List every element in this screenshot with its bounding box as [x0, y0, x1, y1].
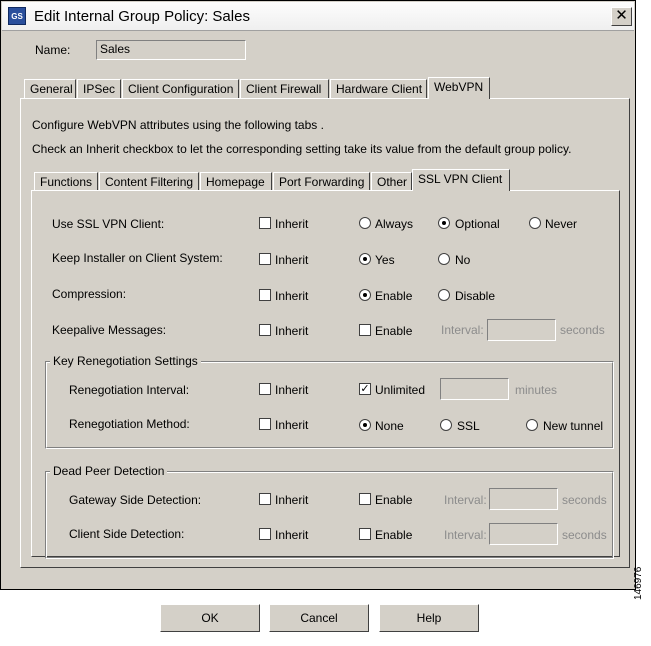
radio-always[interactable] — [359, 217, 371, 229]
radio-yes[interactable] — [359, 253, 371, 265]
unlimited-label: Unlimited — [375, 383, 426, 397]
figure-id: 146976 — [633, 566, 644, 600]
inherit-label: Inherit — [275, 217, 309, 231]
keep-installer-inherit-checkbox[interactable] — [259, 253, 271, 265]
use-ssl-vpn-client-inherit-checkbox[interactable] — [259, 217, 271, 229]
client-interval-unit: seconds — [562, 528, 607, 542]
keepalive-enable-checkbox[interactable] — [359, 324, 371, 336]
gateway-detection-enable-label: Enable — [375, 493, 413, 507]
gateway-interval-input[interactable] — [489, 488, 558, 510]
compression-label: Compression: — [52, 287, 127, 301]
radio-none[interactable] — [359, 419, 371, 431]
client-detection-enable-checkbox[interactable] — [359, 528, 371, 540]
radio-enable-label: Enable — [375, 289, 413, 303]
gateway-detection-enable-checkbox[interactable] — [359, 493, 371, 505]
dead-peer-detection-title: Dead Peer Detection — [50, 464, 168, 478]
app-icon: GS — [8, 7, 26, 25]
radio-new-tunnel-label: New tunnel — [543, 419, 604, 433]
keepalive-unit-label: seconds — [560, 323, 605, 337]
radio-yes-label: Yes — [375, 253, 395, 267]
ok-button[interactable]: OK — [160, 604, 260, 632]
renegotiation-interval-input[interactable] — [440, 378, 509, 400]
tab-hardware-client[interactable]: Hardware Client — [330, 79, 427, 99]
radio-ssl[interactable] — [440, 419, 452, 431]
radio-new-tunnel[interactable] — [526, 419, 538, 431]
tab-homepage[interactable]: Homepage — [200, 172, 272, 192]
radio-never-label: Never — [545, 217, 578, 231]
name-field[interactable]: Sales — [96, 40, 246, 60]
renegotiation-method-inherit-checkbox[interactable] — [259, 418, 271, 430]
help-button[interactable]: Help — [379, 604, 479, 632]
compression-inherit-checkbox[interactable] — [259, 289, 271, 301]
tab-port-forwarding[interactable]: Port Forwarding — [273, 172, 370, 192]
radio-always-label: Always — [375, 217, 414, 231]
renegotiation-interval-unit: minutes — [515, 383, 558, 397]
description-line-2: Check an Inherit checkbox to let the cor… — [32, 142, 572, 156]
inherit-label: Inherit — [275, 528, 309, 542]
radio-no-label: No — [455, 253, 471, 267]
tab-ssl-vpn-client[interactable]: SSL VPN Client — [412, 169, 510, 191]
window-title: Edit Internal Group Policy: Sales — [34, 8, 250, 25]
gateway-interval-unit: seconds — [562, 493, 607, 507]
radio-enable[interactable] — [359, 289, 371, 301]
client-interval-input[interactable] — [489, 523, 558, 545]
client-detection-inherit-checkbox[interactable] — [259, 528, 271, 540]
inherit-label: Inherit — [275, 493, 309, 507]
tab-ipsec[interactable]: IPSec — [77, 79, 121, 99]
renegotiation-interval-inherit-checkbox[interactable] — [259, 383, 271, 395]
inherit-label: Inherit — [275, 324, 309, 338]
renegotiation-interval-label: Renegotiation Interval: — [69, 383, 190, 397]
key-renegotiation-title: Key Renegotiation Settings — [50, 354, 201, 368]
keepalive-interval-input[interactable] — [487, 319, 556, 341]
radio-disable-label: Disable — [455, 289, 496, 303]
radio-ssl-label: SSL — [457, 419, 480, 433]
keepalive-enable-label: Enable — [375, 324, 413, 338]
gateway-interval-label: Interval: — [444, 493, 487, 507]
radio-none-label: None — [375, 419, 404, 433]
dialog-window: GS Edit Internal Group Policy: Sales ✕ N… — [0, 0, 636, 632]
client-detection-enable-label: Enable — [375, 528, 413, 542]
description-line-1: Configure WebVPN attributes using the fo… — [32, 118, 324, 132]
inherit-label: Inherit — [275, 253, 309, 267]
radio-disable[interactable] — [438, 289, 450, 301]
keepalive-interval-label: Interval: — [441, 323, 484, 337]
name-label: Name: — [35, 43, 71, 57]
tab-client-firewall[interactable]: Client Firewall — [240, 79, 329, 99]
tab-general[interactable]: General — [24, 79, 76, 99]
radio-optional[interactable] — [438, 217, 450, 229]
title-bar: GS Edit Internal Group Policy: Sales ✕ — [2, 2, 634, 31]
inherit-label: Inherit — [275, 418, 309, 432]
gateway-detection-inherit-checkbox[interactable] — [259, 493, 271, 505]
dead-peer-detection-group — [45, 471, 614, 559]
keepalive-inherit-checkbox[interactable] — [259, 324, 271, 336]
cancel-button[interactable]: Cancel — [269, 604, 369, 632]
unlimited-checkbox[interactable]: ✓ — [359, 383, 371, 395]
tab-functions[interactable]: Functions — [34, 172, 98, 192]
tab-content-filtering[interactable]: Content Filtering — [99, 172, 199, 192]
gateway-detection-label: Gateway Side Detection: — [69, 493, 202, 507]
tab-webvpn[interactable]: WebVPN — [428, 77, 490, 99]
client-interval-label: Interval: — [444, 528, 487, 542]
tab-client-configuration[interactable]: Client Configuration — [122, 79, 239, 99]
inherit-label: Inherit — [275, 383, 309, 397]
radio-never[interactable] — [529, 217, 541, 229]
keepalive-label: Keepalive Messages: — [52, 323, 167, 337]
tab-other[interactable]: Other — [371, 172, 412, 192]
radio-no[interactable] — [438, 253, 450, 265]
client-detection-label: Client Side Detection: — [69, 527, 185, 541]
close-button[interactable]: ✕ — [611, 7, 632, 26]
inherit-label: Inherit — [275, 289, 309, 303]
keep-installer-label: Keep Installer on Client System: — [52, 251, 223, 265]
key-renegotiation-group — [45, 361, 614, 449]
radio-optional-label: Optional — [455, 217, 500, 231]
renegotiation-method-label: Renegotiation Method: — [69, 417, 190, 431]
use-ssl-vpn-client-label: Use SSL VPN Client: — [52, 217, 165, 231]
